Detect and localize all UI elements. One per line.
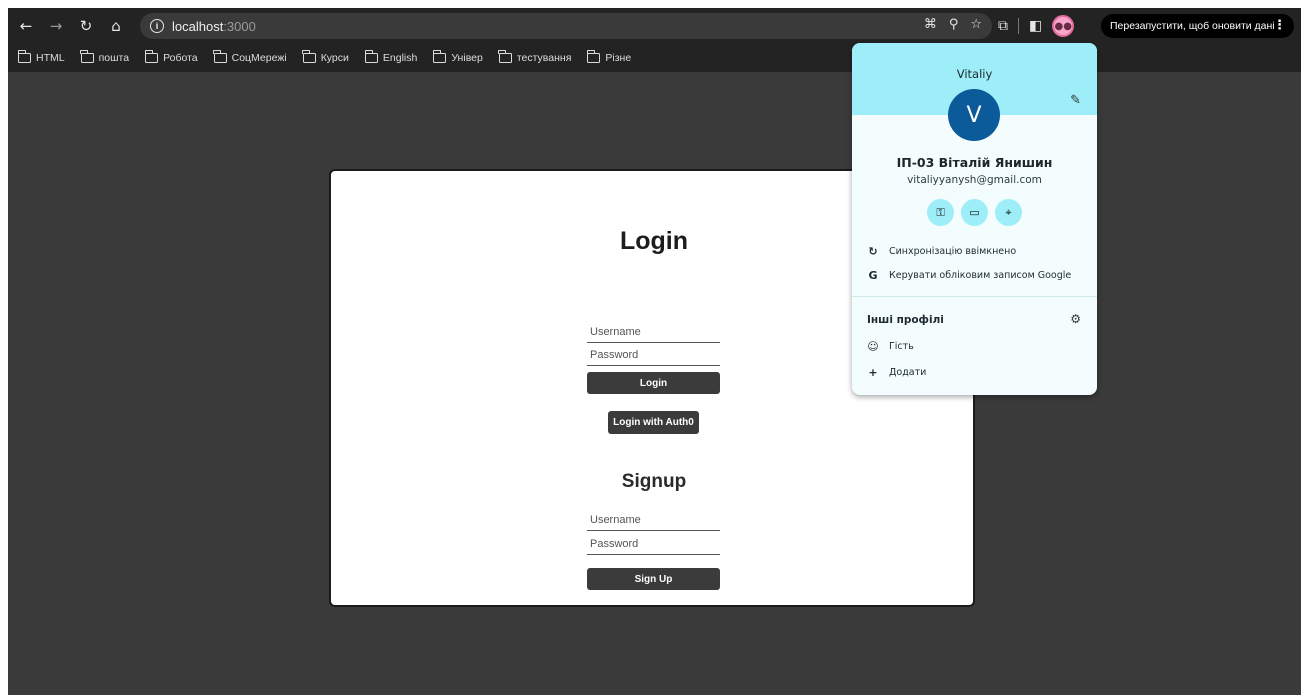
- address-bar[interactable]: i localhost:3000 ⌘ ⚲ ☆: [140, 13, 992, 39]
- sync-row[interactable]: ↻ Синхронізацію ввімкнено: [867, 245, 1016, 258]
- omnibox-actions: ⌘ ⚲ ☆: [924, 17, 982, 32]
- folder-icon: [144, 50, 159, 63]
- bookmark-folder[interactable]: Різне: [586, 50, 632, 64]
- bookmark-label: пошта: [98, 52, 130, 64]
- profile-email: vitaliyyanysh@gmail.com: [907, 174, 1042, 186]
- bookmark-star-icon[interactable]: ☆: [970, 17, 982, 32]
- bookmarks-bar: HTML пошта Робота СоцМережі Курси Englis…: [8, 44, 1301, 72]
- signup-password-input[interactable]: [587, 533, 720, 555]
- passwords-key-button[interactable]: ⚿: [927, 199, 954, 226]
- update-button[interactable]: Перезапустити, щоб оновити дані ⋮: [1101, 14, 1294, 38]
- folder-icon: [432, 50, 447, 63]
- translate-icon[interactable]: ⌘: [924, 17, 937, 32]
- add-profile-row[interactable]: + Додати: [867, 366, 926, 379]
- profile-avatar-icon: ●●: [1054, 20, 1072, 32]
- reload-button[interactable]: ↻: [74, 14, 98, 38]
- folder-icon: [80, 50, 94, 63]
- login-username-input[interactable]: [587, 321, 720, 343]
- key-icon: ⚿: [936, 205, 945, 219]
- home-icon: ⌂: [111, 17, 121, 35]
- card-icon: ▭: [969, 206, 980, 219]
- plus-icon: +: [868, 366, 878, 379]
- edit-pencil-icon[interactable]: ✎: [1070, 93, 1081, 108]
- bookmark-label: тестування: [516, 52, 572, 64]
- reload-icon: ↻: [79, 17, 93, 35]
- url-port: :3000: [223, 18, 256, 34]
- guest-profile-row[interactable]: ☺ Гість: [867, 340, 914, 353]
- location-pin-icon: ⌖: [1005, 205, 1012, 219]
- folder-icon: [498, 50, 512, 63]
- bookmark-label: Курси: [320, 52, 349, 64]
- profile-menu: Vitaliy ✎ V ІП-03 Віталій Янишин vitaliy…: [852, 43, 1097, 395]
- profile-avatar: V: [948, 89, 1000, 141]
- menu-dots-icon[interactable]: ⋮: [1273, 17, 1286, 33]
- bookmark-label: Різне: [605, 52, 632, 64]
- folder-icon: [17, 50, 31, 63]
- back-button[interactable]: ←: [14, 14, 38, 38]
- bookmark-folder[interactable]: HTML: [17, 50, 65, 64]
- gear-icon[interactable]: ⚙: [1070, 312, 1081, 326]
- bookmark-folder[interactable]: English: [364, 50, 418, 64]
- signup-username-input[interactable]: [587, 509, 720, 531]
- login-password-input[interactable]: [587, 344, 720, 366]
- add-label: Додати: [889, 367, 927, 378]
- bookmark-label: СоцМережі: [231, 52, 287, 64]
- signup-button[interactable]: Sign Up: [587, 568, 720, 590]
- bookmark-folder[interactable]: СоцМережі: [213, 50, 287, 64]
- site-info-icon[interactable]: i: [150, 19, 164, 33]
- addresses-button[interactable]: ⌖: [995, 199, 1022, 226]
- bookmark-folder[interactable]: пошта: [80, 50, 130, 64]
- profile-divider: [852, 296, 1097, 297]
- bookmark-folder[interactable]: тестування: [498, 50, 572, 64]
- guest-person-icon: ☺: [867, 340, 879, 353]
- bookmark-folder[interactable]: Робота: [144, 50, 198, 64]
- side-panel-icon[interactable]: ◧: [1029, 18, 1042, 34]
- guest-label: Гість: [889, 341, 914, 352]
- manage-account-row[interactable]: G Керувати обліковим записом Google: [867, 269, 1071, 282]
- forward-button[interactable]: →: [44, 14, 68, 38]
- url-host: localhost: [172, 18, 224, 34]
- profile-name: Vitaliy: [956, 67, 993, 81]
- bookmark-label: HTML: [36, 52, 65, 64]
- toolbar-separator: [1018, 18, 1019, 34]
- sync-label: Синхронізацію ввімкнено: [889, 246, 1017, 257]
- payment-card-button[interactable]: ▭: [961, 199, 988, 226]
- bookmark-label: English: [382, 52, 418, 64]
- toolbar-right: ⧉ ◧ ●●: [998, 14, 1075, 38]
- profile-avatar-button[interactable]: ●●: [1052, 15, 1075, 37]
- profile-full-name: ІП-03 Віталій Янишин: [896, 155, 1053, 170]
- login-button[interactable]: Login: [587, 372, 720, 394]
- browser-toolbar: ← → ↻ ⌂ i localhost:3000 ⌘ ⚲ ☆ ⧉ ◧ ●● Пе…: [8, 8, 1301, 44]
- bookmark-label: Універ: [451, 52, 483, 64]
- zoom-icon[interactable]: ⚲: [949, 17, 959, 32]
- other-profiles-heading: Інші профілі: [867, 314, 944, 326]
- home-button[interactable]: ⌂: [104, 14, 128, 38]
- folder-icon: [364, 50, 378, 63]
- sync-icon: ↻: [868, 245, 878, 258]
- signup-title: Signup: [621, 471, 687, 492]
- manage-account-label: Керувати обліковим записом Google: [889, 270, 1072, 281]
- forward-arrow-icon: →: [49, 17, 63, 35]
- bookmark-folder[interactable]: Універ: [432, 50, 483, 64]
- browser-window: ← → ↻ ⌂ i localhost:3000 ⌘ ⚲ ☆ ⧉ ◧ ●● Пе…: [8, 8, 1301, 695]
- folder-icon: [586, 50, 601, 63]
- update-label: Перезапустити, щоб оновити дані: [1110, 20, 1275, 32]
- bookmark-label: Робота: [163, 52, 198, 64]
- bookmark-folder[interactable]: Курси: [302, 50, 349, 64]
- folder-icon: [302, 50, 316, 63]
- back-arrow-icon: ←: [19, 17, 33, 35]
- folder-icon: [213, 50, 227, 63]
- google-icon: G: [868, 269, 878, 282]
- login-auth0-button[interactable]: Login with Auth0: [608, 411, 699, 434]
- profile-quick-actions: ⚿ ▭ ⌖: [927, 199, 1022, 226]
- extensions-icon[interactable]: ⧉: [998, 18, 1008, 34]
